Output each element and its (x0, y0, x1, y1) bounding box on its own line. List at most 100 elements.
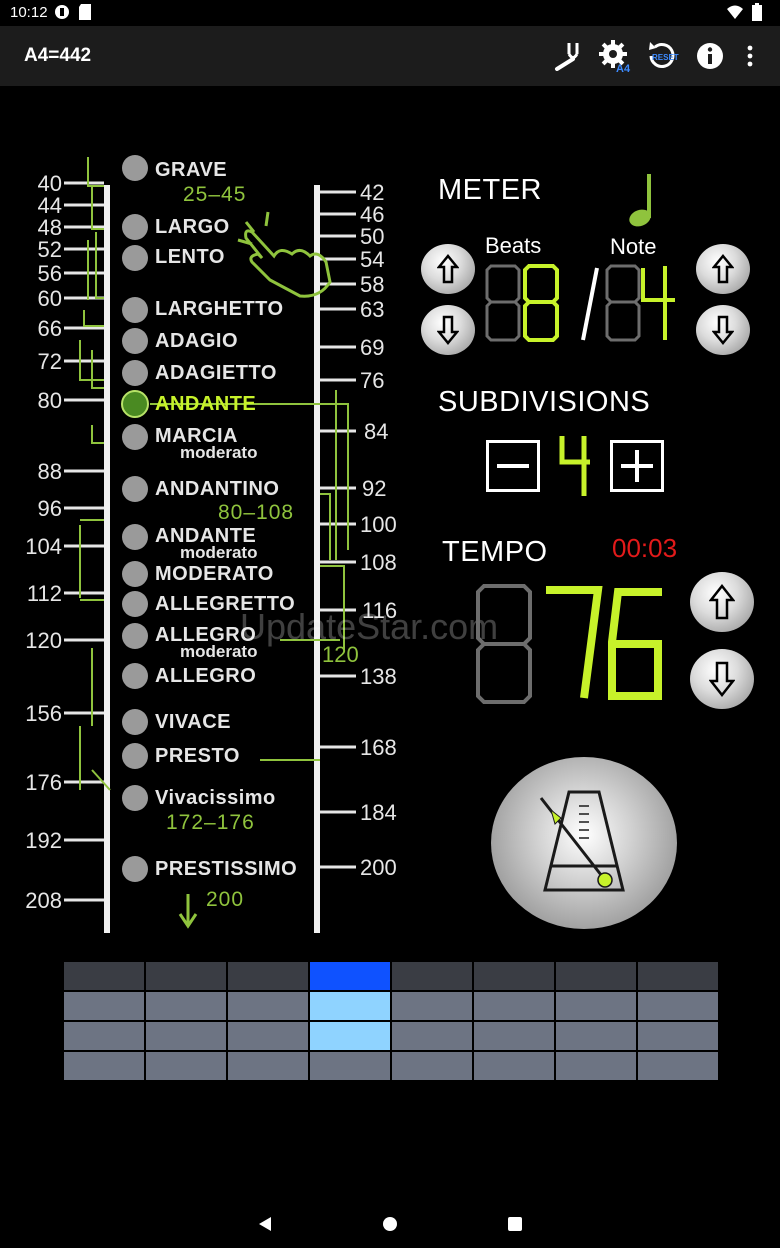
arrow-down-icon (437, 315, 459, 345)
beat-grid-cell[interactable] (638, 992, 718, 1020)
settings-a4-icon[interactable]: A4 (596, 37, 634, 75)
info-icon[interactable] (691, 37, 729, 75)
tempo-down-button[interactable] (690, 649, 754, 709)
scale-right-number: 138 (360, 664, 397, 689)
range-label: 80–108 (218, 501, 295, 524)
note-down-button[interactable] (696, 305, 750, 355)
scale-left-number: 104 (25, 534, 62, 559)
tempo-marking-label[interactable]: ALLEGRO (155, 665, 256, 688)
home-icon[interactable] (382, 1216, 398, 1237)
beat-grid-cell[interactable] (146, 962, 226, 990)
beat-grid-cell[interactable] (392, 1022, 472, 1050)
battery-icon (752, 3, 762, 26)
beats-up-button[interactable] (421, 244, 475, 294)
beat-grid-cell[interactable] (638, 1022, 718, 1050)
scale-right-number: 92 (362, 476, 387, 501)
tempo-display (476, 584, 662, 704)
status-time: 10:12 (10, 4, 48, 21)
back-icon[interactable] (257, 1216, 273, 1237)
scale-left-number: 60 (37, 286, 62, 311)
scale-right-number: 100 (360, 512, 397, 537)
beat-grid-cell[interactable] (556, 1052, 636, 1080)
beat-grid-cell[interactable] (474, 992, 554, 1020)
meter-display (485, 264, 675, 342)
recents-icon[interactable] (508, 1217, 522, 1236)
tempo-marking-label[interactable]: LENTO (155, 246, 225, 269)
scale-right-number: 69 (360, 335, 385, 360)
svg-text:A4: A4 (616, 63, 631, 73)
scale-right-number: 168 (360, 735, 397, 760)
overflow-menu-icon[interactable] (731, 37, 769, 75)
range-label: 172–176 (166, 811, 255, 834)
tempo-up-button[interactable] (690, 572, 754, 632)
beat-grid-cell[interactable] (474, 962, 554, 990)
tempo-marking-label-selected[interactable]: ANDANTE (155, 393, 256, 416)
beat-grid-cell[interactable] (392, 1052, 472, 1080)
subdivisions-minus-button[interactable] (486, 440, 540, 492)
beat-grid-cell[interactable] (556, 992, 636, 1020)
scale-left-number: 72 (37, 349, 62, 374)
beat-grid-cell[interactable] (228, 1052, 308, 1080)
beat-grid-cell[interactable] (146, 1022, 226, 1050)
beat-grid-cell[interactable] (64, 992, 144, 1020)
reset-icon[interactable]: RESET (643, 37, 681, 75)
app-title: A4=442 (24, 45, 92, 66)
beat-grid-cell[interactable] (146, 992, 226, 1020)
beat-grid-cell[interactable] (392, 962, 472, 990)
scale-left-number: 56 (37, 261, 62, 286)
minus-icon (497, 464, 529, 468)
beat-grid-cell[interactable] (310, 1052, 390, 1080)
scale-right-number: 76 (360, 368, 385, 393)
beat-grid-cell[interactable] (474, 1022, 554, 1050)
arrow-up-icon (437, 254, 459, 284)
beat-grid-cell[interactable] (64, 1022, 144, 1050)
quarter-note-icon (626, 172, 656, 233)
beat-grid-cell[interactable] (556, 1022, 636, 1050)
beat-grid-cell[interactable] (64, 1052, 144, 1080)
metronome-icon (539, 790, 625, 892)
sd-card-icon (78, 3, 92, 26)
beats-down-button[interactable] (421, 305, 475, 355)
beat-grid-cell[interactable] (556, 962, 636, 990)
beat-grid-cell[interactable] (310, 992, 390, 1020)
beat-grid-cell[interactable] (228, 1022, 308, 1050)
tempo-marking-label[interactable]: PRESTISSIMO (155, 858, 297, 881)
scale-left-number: 120 (25, 628, 62, 653)
beat-grid-cell[interactable] (638, 962, 718, 990)
note-up-button[interactable] (696, 244, 750, 294)
beat-grid-cell[interactable] (146, 1052, 226, 1080)
beat-grid-cell[interactable] (310, 962, 390, 990)
tempo-marking-label[interactable]: LARGO (155, 216, 230, 239)
app-bar: A4=442 A4 RESET (0, 26, 780, 86)
tempo-marking-label[interactable]: PRESTO (155, 745, 240, 768)
scale-left-number: 176 (25, 770, 62, 795)
beat-grid-cell[interactable] (228, 962, 308, 990)
tempo-marking-label[interactable]: GRAVE (155, 159, 227, 182)
beat-grid-cell[interactable] (392, 992, 472, 1020)
scale-right-number: 58 (360, 272, 385, 297)
tempo-marking-label[interactable]: LARGHETTO (155, 298, 284, 321)
beat-grid-cell[interactable] (638, 1052, 718, 1080)
tuning-fork-icon[interactable] (549, 37, 587, 75)
watermark: UpdateStar.com (240, 606, 499, 647)
meter-title: METER (438, 174, 542, 206)
scale-left-number: 80 (37, 388, 62, 413)
tempo-marking-label[interactable]: ANDANTINO (155, 478, 280, 501)
range-label: 25–45 (183, 183, 247, 206)
tempo-marking-label[interactable]: Vivacissimo (155, 787, 276, 810)
scale-right-number: 54 (360, 247, 385, 272)
beat-grid-cell[interactable] (310, 1022, 390, 1050)
tempo-marking-label[interactable]: VIVACE (155, 711, 231, 734)
tempo-marking-label[interactable]: ADAGIETTO (155, 362, 277, 385)
beat-grid-cell[interactable] (474, 1052, 554, 1080)
beat-grid[interactable] (64, 962, 718, 1080)
arrow-up-icon (712, 254, 734, 284)
tempo-marking-label[interactable]: ADAGIO (155, 330, 238, 353)
scale-left-number: 66 (37, 316, 62, 341)
beat-grid-cell[interactable] (64, 962, 144, 990)
scale-right-number: 63 (360, 297, 385, 322)
subdivisions-plus-button[interactable] (610, 440, 664, 492)
tempo-marking-label[interactable]: MODERATO (155, 563, 274, 586)
beat-grid-cell[interactable] (228, 992, 308, 1020)
metronome-start-button[interactable] (491, 757, 677, 929)
